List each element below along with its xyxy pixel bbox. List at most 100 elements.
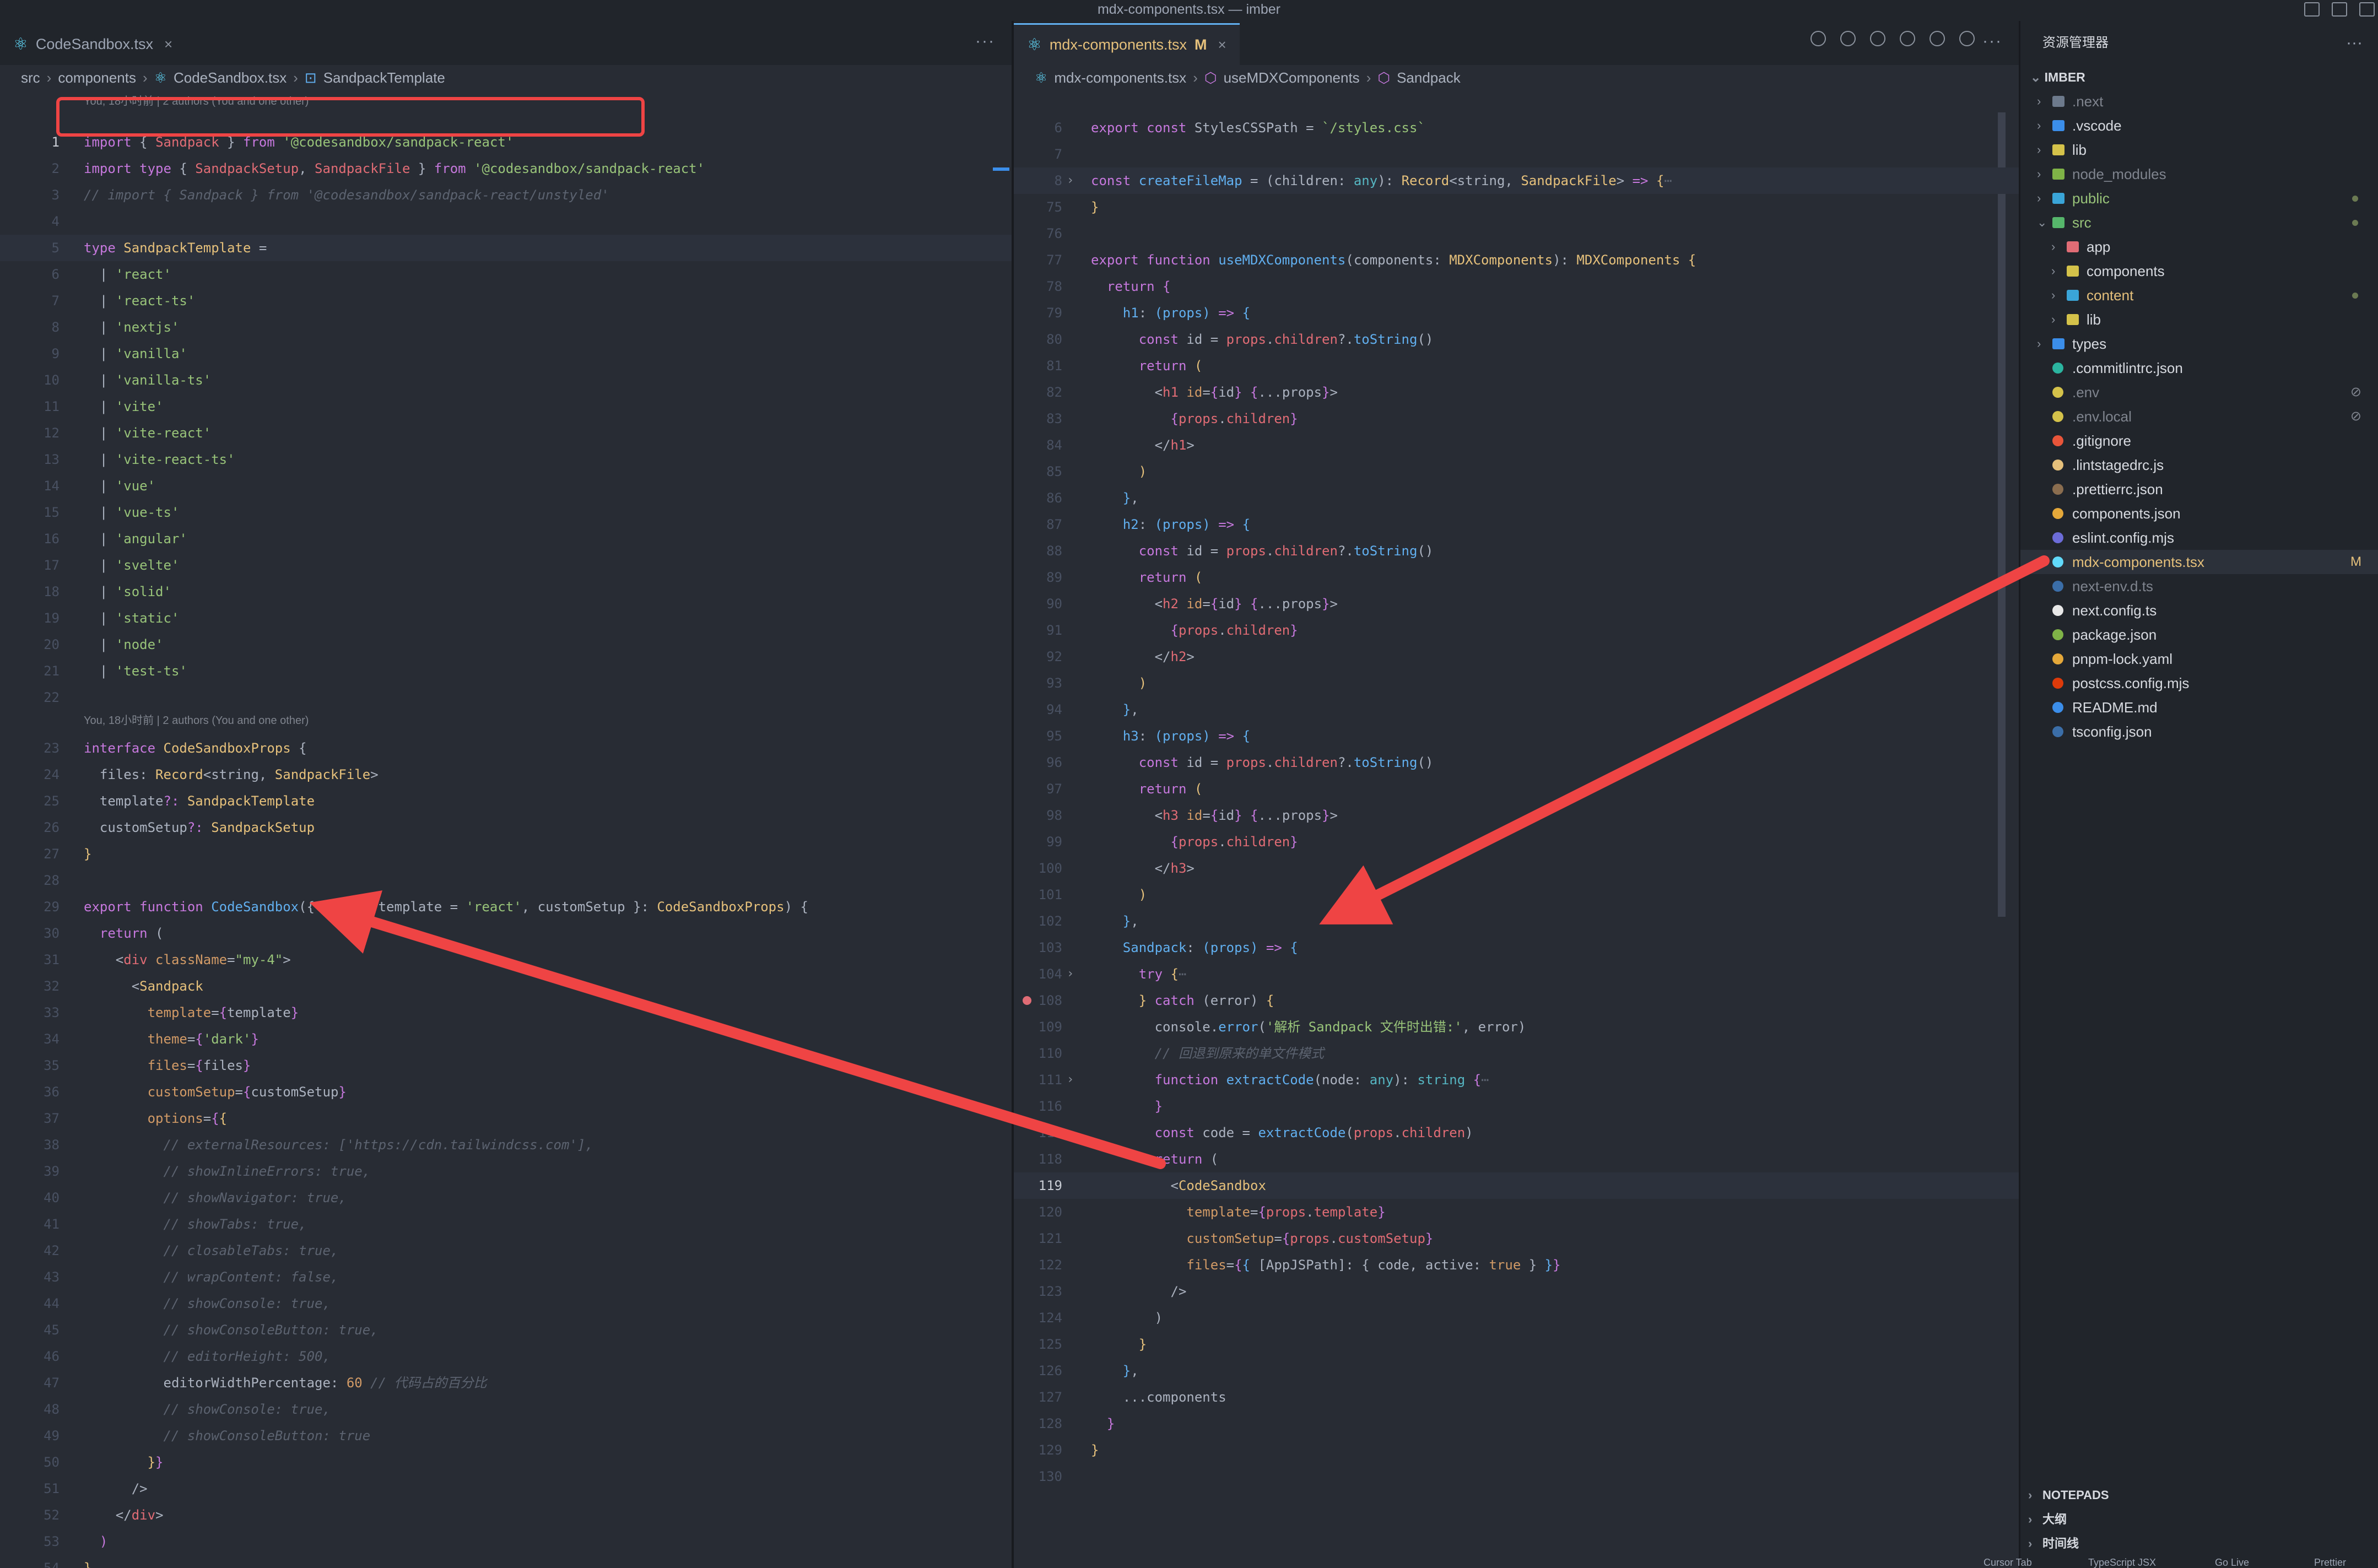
code-line[interactable]: 9 | 'vanilla' <box>0 340 1012 367</box>
code-line[interactable]: 82 <h1 id={id} {...props}> <box>1014 379 2019 405</box>
tree-folder[interactable]: › types <box>2020 332 2378 356</box>
code-line[interactable]: 127 ...components <box>1014 1384 2019 1410</box>
code-line[interactable]: 91 {props.children} <box>1014 617 2019 644</box>
tree-folder[interactable]: › public <box>2020 186 2378 210</box>
status-language[interactable]: TypeScript JSX <box>2088 1557 2156 1568</box>
code-line[interactable]: 86 }, <box>1014 485 2019 511</box>
code-line[interactable]: 101 ) <box>1014 882 2019 908</box>
code-line[interactable]: 121 customSetup={props.customSetup} <box>1014 1225 2019 1252</box>
code-line[interactable]: 130 <box>1014 1463 2019 1490</box>
code-line[interactable]: 54} <box>0 1555 1012 1568</box>
tree-folder[interactable]: › .next <box>2020 89 2378 113</box>
code-line[interactable]: 22 <box>0 684 1012 711</box>
status-cursor-tab[interactable]: Cursor Tab <box>1984 1557 2032 1568</box>
code-line[interactable]: 100 </h3> <box>1014 855 2019 882</box>
code-line[interactable]: 111 › function extractCode(node: any): st… <box>1014 1067 2019 1093</box>
code-line[interactable]: 93 ) <box>1014 670 2019 696</box>
code-line[interactable]: 28 <box>0 867 1012 894</box>
code-line[interactable]: 30 return ( <box>0 920 1012 947</box>
code-line[interactable]: 8 | 'nextjs' <box>0 314 1012 340</box>
code-line[interactable]: 2 import type { SandpackSetup, SandpackFi… <box>0 155 1012 182</box>
code-line[interactable]: 3 // import { Sandpack } from '@codesandb… <box>0 182 1012 208</box>
tree-folder[interactable]: › content <box>2020 283 2378 307</box>
breadcrumb-item-file[interactable]: CodeSandbox.tsx <box>174 69 287 86</box>
section-timeline[interactable]: › 时间线 <box>2020 1532 2378 1556</box>
tree-file[interactable]: postcss.config.mjs <box>2020 671 2378 695</box>
code-line[interactable]: 31 <div className="my-4"> <box>0 947 1012 973</box>
code-line[interactable]: 122 files={{ [AppJSPath]: { code, active… <box>1014 1252 2019 1278</box>
code-line[interactable]: 95 h3: (props) => { <box>1014 723 2019 749</box>
code-line[interactable]: 35 files={files} <box>0 1052 1012 1079</box>
code-line[interactable]: 118 return ( <box>1014 1146 2019 1172</box>
code-line[interactable]: 19 | 'static' <box>0 605 1012 631</box>
code-line[interactable]: 81 return ( <box>1014 353 2019 379</box>
code-line[interactable]: 13 | 'vite-react-ts' <box>0 446 1012 473</box>
code-line[interactable]: 78 return { <box>1014 273 2019 300</box>
code-line[interactable]: 128 } <box>1014 1410 2019 1437</box>
tree-file[interactable]: .prettierrc.json <box>2020 477 2378 501</box>
breadcrumb-item-function[interactable]: useMDXComponents <box>1224 69 1360 86</box>
code-line[interactable]: 88 const id = props.children?.toString() <box>1014 538 2019 564</box>
code-area[interactable]: 6 export const StylesCSSPath = `/styles.c… <box>1014 90 2019 1568</box>
fold-chevron-icon[interactable]: › <box>1067 167 1074 194</box>
fold-chevron-icon[interactable]: › <box>1067 1067 1074 1093</box>
more-actions-icon[interactable]: ··· <box>975 32 995 51</box>
code-line[interactable]: 18 | 'solid' <box>0 578 1012 605</box>
split-editor-icon[interactable] <box>1959 31 1975 46</box>
code-line[interactable]: 52 </div> <box>0 1502 1012 1528</box>
tree-folder[interactable]: › app <box>2020 235 2378 259</box>
code-line[interactable]: 80 const id = props.children?.toString() <box>1014 326 2019 353</box>
code-line[interactable]: 87 h2: (props) => { <box>1014 511 2019 538</box>
code-line[interactable]: 119 <CodeSandbox <box>1014 1172 2019 1199</box>
tree-folder[interactable]: › components <box>2020 259 2378 283</box>
code-line[interactable]: 84 </h1> <box>1014 432 2019 458</box>
breadcrumb-item-file[interactable]: mdx-components.tsx <box>1054 69 1186 86</box>
customize-layout-icon[interactable] <box>2359 2 2375 17</box>
breadcrumb-item-method[interactable]: Sandpack <box>1397 69 1461 86</box>
code-line[interactable]: 53 ) <box>0 1528 1012 1555</box>
toggle-sidebar-icon[interactable] <box>2332 2 2347 17</box>
code-line[interactable]: 116 } <box>1014 1093 2019 1120</box>
code-line[interactable]: 125 } <box>1014 1331 2019 1358</box>
code-line[interactable]: 6 export const StylesCSSPath = `/styles.c… <box>1014 115 2019 141</box>
code-line[interactable]: 94 }, <box>1014 696 2019 723</box>
tree-file[interactable]: next-env.d.ts <box>2020 574 2378 598</box>
code-line[interactable]: 104 › try {⋯ <box>1014 961 2019 987</box>
breadcrumb-item-components[interactable]: components <box>58 69 136 86</box>
code-line[interactable]: 36 customSetup={customSetup} <box>0 1079 1012 1105</box>
code-line[interactable]: 129} <box>1014 1437 2019 1463</box>
tree-file[interactable]: mdx-components.tsx M <box>2020 550 2378 574</box>
code-line[interactable]: 89 return ( <box>1014 564 2019 591</box>
code-line[interactable]: 15 | 'vue-ts' <box>0 499 1012 526</box>
tree-file[interactable]: .commitlintrc.json <box>2020 356 2378 380</box>
code-line[interactable]: 126 }, <box>1014 1358 2019 1384</box>
tree-file[interactable]: next.config.ts <box>2020 598 2378 623</box>
tree-file[interactable]: package.json <box>2020 623 2378 647</box>
code-line[interactable]: 99 {props.children} <box>1014 829 2019 855</box>
toggle-panel-icon[interactable] <box>2304 2 2320 17</box>
code-line[interactable]: 17 | 'svelte' <box>0 552 1012 578</box>
timeline-icon[interactable] <box>1930 31 1945 46</box>
code-line[interactable]: 37 options={{ <box>0 1105 1012 1132</box>
code-line[interactable]: 45 // showConsoleButton: true, <box>0 1317 1012 1343</box>
section-notepads[interactable]: › NOTEPADS <box>2020 1483 2378 1507</box>
tree-file[interactable]: pnpm-lock.yaml <box>2020 647 2378 671</box>
tree-folder[interactable]: › .vscode <box>2020 113 2378 138</box>
tree-file[interactable]: .lintstagedrc.js <box>2020 453 2378 477</box>
compare-icon[interactable] <box>1810 31 1826 46</box>
code-line[interactable]: 16 | 'angular' <box>0 526 1012 552</box>
code-line[interactable]: 76 <box>1014 220 2019 247</box>
code-line[interactable]: 40 // showNavigator: true, <box>0 1185 1012 1211</box>
code-line[interactable]: 75} <box>1014 194 2019 220</box>
code-line[interactable]: 10 | 'vanilla-ts' <box>0 367 1012 393</box>
code-line[interactable]: 109 console.error('解析 Sandpack 文件时出错:', … <box>1014 1014 2019 1040</box>
code-line[interactable]: 92 </h2> <box>1014 644 2019 670</box>
code-line[interactable]: 124 ) <box>1014 1305 2019 1331</box>
tree-file[interactable]: .gitignore <box>2020 429 2378 453</box>
code-line[interactable]: 12 | 'vite-react' <box>0 420 1012 446</box>
code-line[interactable]: 29 export function CodeSandbox({ files, t… <box>0 894 1012 920</box>
status-prettier[interactable]: Prettier <box>2314 1557 2346 1568</box>
code-line[interactable]: 83 {props.children} <box>1014 405 2019 432</box>
code-line[interactable]: 27} <box>0 841 1012 867</box>
breakpoint-icon[interactable] <box>1023 996 1031 1005</box>
